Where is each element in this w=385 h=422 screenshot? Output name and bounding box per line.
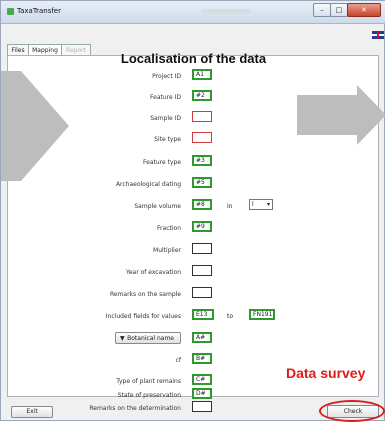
volume-unit-value: l: [252, 201, 254, 208]
archaeological-dating-field[interactable]: #5: [192, 177, 212, 188]
label-type-of-plant-remains: Type of plant remains: [116, 378, 181, 385]
exit-button[interactable]: Exit: [11, 406, 53, 418]
chevron-down-icon: ▾: [266, 201, 270, 208]
site-type-field[interactable]: [192, 132, 212, 143]
app-icon: [7, 8, 14, 15]
minimize-button[interactable]: –: [313, 3, 331, 17]
app-window: TaxaTransfer – □ ✕ Files Mapping Report …: [0, 0, 385, 422]
multiplier-field[interactable]: [192, 243, 212, 254]
maximize-button[interactable]: □: [330, 3, 348, 17]
maximize-icon: □: [335, 6, 343, 14]
remarks-determination-field[interactable]: [192, 401, 212, 412]
included-fields-to[interactable]: FN191: [249, 309, 275, 320]
type-of-plant-remains-field[interactable]: C#: [192, 374, 212, 385]
right-arrow-graphic: [297, 85, 385, 145]
minimize-icon: –: [320, 6, 324, 14]
label-cf: cf: [175, 357, 181, 364]
data-survey-annotation: Data survey: [286, 365, 366, 381]
title-bar: TaxaTransfer – □ ✕: [1, 1, 385, 24]
sample-volume-in-label: in: [227, 203, 233, 210]
dropdown-arrow-icon: ▼: [120, 335, 125, 342]
botanical-name-field[interactable]: A#: [192, 332, 212, 343]
label-sample-volume: Sample volume: [134, 203, 181, 210]
year-of-excavation-field[interactable]: [192, 265, 212, 276]
feature-id-field[interactable]: #2: [192, 90, 212, 101]
label-sample-id: Sample ID: [150, 115, 181, 122]
left-arrow-graphic: [1, 71, 69, 181]
feature-type-field[interactable]: #3: [192, 155, 212, 166]
included-fields-to-label: to: [227, 313, 234, 320]
label-year-of-excavation: Year of excavation: [125, 269, 181, 276]
label-remarks-determination: Remarks on the determination: [89, 405, 181, 412]
remarks-sample-field[interactable]: [192, 287, 212, 298]
included-fields-from[interactable]: E13: [192, 309, 214, 320]
close-icon: ✕: [361, 6, 367, 14]
check-highlight-ring: [319, 400, 385, 422]
uk-flag-icon[interactable]: [372, 31, 384, 39]
label-multiplier: Multiplier: [153, 247, 181, 254]
label-included-fields: Included fields for values: [105, 313, 181, 320]
page-title: Localisation of the data: [120, 51, 267, 66]
sample-volume-field[interactable]: #8: [192, 199, 212, 210]
label-project-id: Project ID: [152, 73, 181, 80]
project-id-field[interactable]: A1: [192, 69, 212, 80]
botanical-name-label: Botanical name: [127, 335, 174, 342]
botanical-name-dropdown[interactable]: ▼ Botanical name: [115, 332, 181, 344]
label-remarks-sample: Remarks on the sample: [109, 291, 181, 298]
label-feature-id: Feature ID: [150, 94, 181, 101]
cf-field[interactable]: B#: [192, 353, 212, 364]
label-site-type: Site type: [154, 136, 181, 143]
label-feature-type: Feature type: [143, 159, 181, 166]
volume-unit-select[interactable]: l ▾: [249, 199, 273, 210]
blurred-title-text: [201, 9, 251, 14]
label-fraction: Fraction: [157, 225, 181, 232]
sample-id-field[interactable]: [192, 111, 212, 122]
state-of-preservation-field[interactable]: D#: [192, 388, 212, 399]
label-state-of-preservation: State of preservation: [117, 392, 181, 399]
fraction-field[interactable]: #9: [192, 221, 212, 232]
window-title: TaxaTransfer: [17, 7, 61, 15]
label-archaeological-dating: Archaeological dating: [115, 181, 181, 188]
close-button[interactable]: ✕: [347, 3, 381, 17]
